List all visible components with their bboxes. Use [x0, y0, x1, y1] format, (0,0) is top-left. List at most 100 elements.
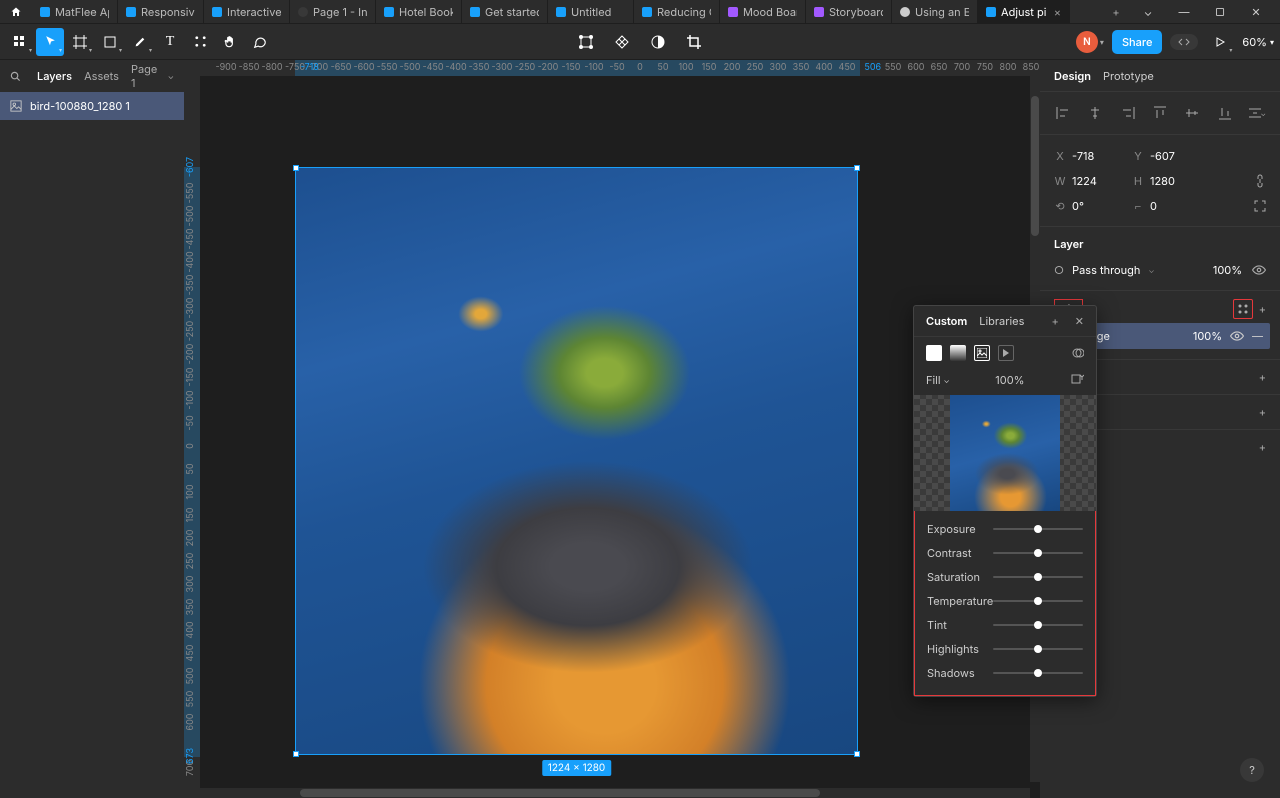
image-opacity-input[interactable]: 100% [995, 373, 1024, 387]
slider-saturation[interactable]: Saturation [927, 565, 1083, 589]
layer-name: bird-100880_1280 1 [30, 99, 130, 113]
frame-tool[interactable]: ▾ [66, 28, 94, 56]
tab[interactable]: Adjust pi× [978, 0, 1070, 23]
slider-exposure[interactable]: Exposure [927, 517, 1083, 541]
height-input[interactable]: 1280 [1150, 174, 1175, 188]
shape-tool[interactable]: ▾ [96, 28, 124, 56]
tab-icon [298, 7, 308, 17]
fill-styles-button[interactable] [1233, 299, 1253, 319]
user-avatar[interactable]: N [1076, 31, 1098, 53]
constrain-proportions-button[interactable] [1254, 174, 1266, 188]
y-input[interactable]: -607 [1150, 149, 1175, 163]
hand-tool[interactable] [216, 28, 244, 56]
add-fill-button[interactable]: + [1259, 302, 1266, 316]
tab[interactable]: Get started [462, 0, 548, 23]
add-effect-button[interactable]: + [1259, 405, 1266, 419]
rotate-image-button[interactable] [1070, 373, 1084, 387]
distribute-button[interactable]: ⌄ [1248, 104, 1266, 122]
slider-contrast[interactable]: Contrast [927, 541, 1083, 565]
minimize-button[interactable]: — [1168, 0, 1200, 24]
text-tool[interactable]: T [156, 28, 184, 56]
slider-highlights[interactable]: Highlights [927, 637, 1083, 661]
tab[interactable]: Interactive [204, 0, 290, 23]
layers-tab[interactable]: Layers [37, 69, 72, 83]
image-preview[interactable] [914, 395, 1096, 511]
video-fill-button[interactable] [998, 345, 1014, 361]
dev-mode-toggle[interactable] [1170, 34, 1198, 50]
slider-tint[interactable]: Tint [927, 613, 1083, 637]
slider-shadows[interactable]: Shadows [927, 661, 1083, 685]
edit-object-button[interactable] [572, 28, 600, 56]
rotation-input[interactable]: 0° [1072, 199, 1084, 213]
fill-opacity-input[interactable]: 100% [1193, 329, 1222, 343]
align-hcenter-button[interactable] [1086, 104, 1104, 122]
present-button[interactable]: ▾ [1206, 28, 1234, 56]
align-left-button[interactable] [1054, 104, 1072, 122]
mask-button[interactable] [644, 28, 672, 56]
left-panel-tabs: Layers Assets Page 1⌄ [0, 60, 184, 92]
slider-temperature[interactable]: Temperature [927, 589, 1083, 613]
align-vcenter-button[interactable] [1183, 104, 1201, 122]
tab[interactable]: Mood Boar [720, 0, 806, 23]
tab[interactable]: Untitled [548, 0, 634, 23]
comment-tool[interactable] [246, 28, 274, 56]
tab-icon [384, 7, 394, 17]
fill-mode-dropdown[interactable]: Fill⌄ [926, 373, 950, 387]
prototype-tab[interactable]: Prototype [1103, 69, 1154, 83]
tab-icon [212, 7, 222, 17]
x-input[interactable]: -718 [1072, 149, 1094, 163]
maximize-button[interactable]: ▢ [1204, 0, 1236, 24]
search-icon[interactable] [10, 71, 21, 82]
align-right-button[interactable] [1119, 104, 1137, 122]
crop-button[interactable] [680, 28, 708, 56]
add-export-button[interactable]: + [1259, 440, 1266, 454]
independent-corners-button[interactable] [1254, 200, 1266, 212]
tab[interactable]: Page 1 - In [290, 0, 376, 23]
canvas[interactable]: -900-850-800-750-700-650-600-550-500-450… [184, 60, 1040, 798]
libraries-tab[interactable]: Libraries [979, 314, 1024, 328]
tab[interactable]: Reducing C [634, 0, 720, 23]
pen-tool[interactable]: ▾ [126, 28, 154, 56]
visibility-icon[interactable] [1252, 265, 1266, 275]
home-button[interactable] [0, 0, 32, 23]
design-tab[interactable]: Design [1054, 69, 1091, 83]
tab[interactable]: MatFlee Ap [32, 0, 118, 23]
close-popup-button[interactable]: ✕ [1075, 314, 1084, 328]
horizontal-scrollbar[interactable] [200, 788, 1030, 798]
share-button[interactable]: Share [1112, 30, 1162, 54]
tab[interactable]: Using an E [892, 0, 978, 23]
zoom-dropdown[interactable]: 60%▾ [1242, 35, 1274, 49]
create-component-button[interactable] [608, 28, 636, 56]
layer-opacity-input[interactable]: 100% [1213, 263, 1242, 277]
chevron-down-icon[interactable]: ▾ [1100, 37, 1104, 47]
assets-tab[interactable]: Assets [84, 69, 119, 83]
new-tab-button[interactable]: + [1100, 0, 1132, 23]
main-menu-button[interactable]: ▾ [6, 28, 34, 56]
resources-tool[interactable] [186, 28, 214, 56]
tab[interactable]: Hotel Book [376, 0, 462, 23]
add-style-button[interactable]: + [1052, 314, 1059, 328]
blend-mode-button[interactable] [1072, 347, 1084, 359]
blend-mode-dropdown[interactable]: Pass through [1072, 263, 1140, 277]
image-fill-button[interactable] [974, 345, 990, 361]
layer-item[interactable]: bird-100880_1280 1 [0, 92, 184, 120]
chevron-down-icon[interactable]: ⌄ [1132, 0, 1164, 24]
close-window-button[interactable]: ✕ [1240, 0, 1272, 24]
remove-fill-button[interactable]: — [1252, 329, 1266, 343]
corner-radius-input[interactable]: 0 [1150, 199, 1157, 213]
fill-visibility-icon[interactable] [1230, 331, 1244, 341]
help-button[interactable]: ? [1240, 758, 1264, 782]
solid-fill-button[interactable] [926, 345, 942, 361]
gradient-fill-button[interactable] [950, 345, 966, 361]
tab[interactable]: Storyboard [806, 0, 892, 23]
add-stroke-button[interactable]: + [1259, 370, 1266, 384]
move-tool[interactable]: ▾ [36, 28, 64, 56]
horizontal-ruler: -900-850-800-750-700-650-600-550-500-450… [200, 60, 1040, 76]
page-selector[interactable]: Page 1⌄ [131, 62, 174, 90]
align-top-button[interactable] [1151, 104, 1169, 122]
align-bottom-button[interactable] [1216, 104, 1234, 122]
close-tab-button[interactable]: × [1054, 5, 1061, 19]
tab[interactable]: Responsiv [118, 0, 204, 23]
width-input[interactable]: 1224 [1072, 174, 1097, 188]
custom-tab[interactable]: Custom [926, 314, 967, 328]
